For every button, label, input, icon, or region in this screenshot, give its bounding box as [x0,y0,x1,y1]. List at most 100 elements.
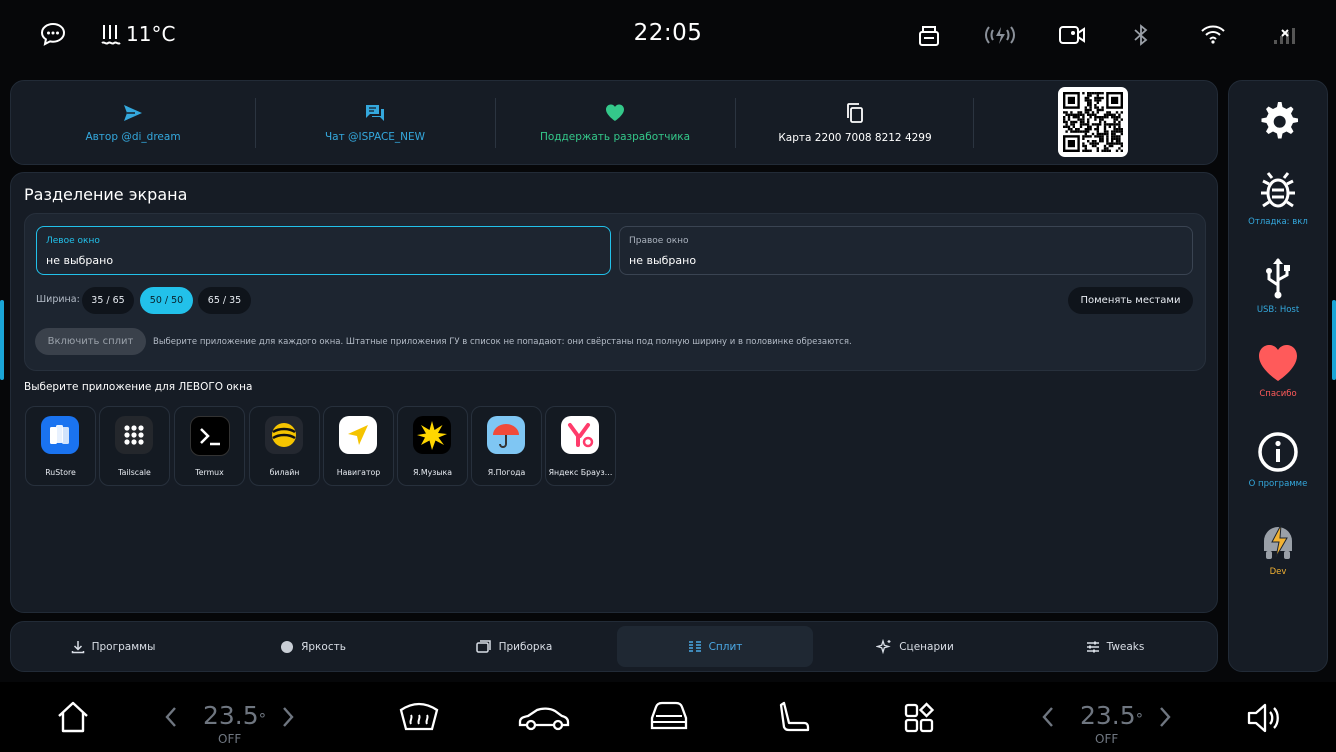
chat-link[interactable]: Чат @ISPACE_NEW [255,81,495,164]
app-navigator[interactable]: Навигатор [323,406,394,486]
tab-scenarios[interactable]: Сценарии [817,622,1013,671]
app-name: Я.Музыка [412,468,453,477]
app-yandex-music[interactable]: Я.Музыка [397,406,468,486]
temp-right-value: 23.5° [1080,701,1143,730]
split-icon [688,640,701,652]
heart-icon [1259,345,1297,381]
umbrella-icon [487,416,525,454]
links-panel: Автор @di_dream Чат @ISPACE_NEW Поддержа… [10,80,1218,165]
tailscale-icon [115,416,153,454]
right-window-select[interactable]: Правое окно не выбрано [619,226,1193,275]
app-yandex-browser[interactable]: Яндекс Брауз… [545,406,616,486]
app-tailscale[interactable]: Tailscale [99,406,170,486]
camera-icon[interactable] [1058,24,1086,46]
app-termux[interactable]: Termux [174,406,245,486]
donate-link[interactable]: Поддержать разработчика [495,81,735,164]
yandex-browser-icon [561,416,599,454]
qr-code [1058,87,1128,157]
temp-left-increase[interactable] [280,706,296,728]
music-star-icon [413,416,451,454]
windshield-defrost-icon[interactable] [398,702,440,732]
navigator-icon [339,416,377,454]
status-bar: 11°C 22:05 [0,0,1336,70]
terminal-icon [190,416,230,456]
download-icon [71,640,84,653]
debug-label: Отладка: вкл [1248,217,1308,227]
send-icon [124,104,142,121]
tab-tweaks[interactable]: Tweaks [1017,622,1213,671]
debug-toggle[interactable]: Отладка: вкл [1229,169,1327,227]
apps-grid-icon[interactable] [903,702,935,734]
sparkle-icon [876,638,891,654]
seat-icon[interactable] [778,700,812,734]
storage-icon[interactable] [918,23,940,47]
temp-right-increase[interactable] [1157,706,1173,728]
author-link[interactable]: Автор @di_dream [11,81,255,164]
enable-split-button[interactable]: Включить сплит [35,328,146,355]
tab-dashboard[interactable]: Приборка [416,622,612,671]
card-number-label: Карта 2200 7008 8212 4299 [778,131,932,144]
messages-icon[interactable] [40,22,66,46]
chat-link-label: Чат @ISPACE_NEW [324,130,426,143]
thanks-button[interactable]: Спасибо [1229,343,1327,399]
temp-right-number: 23.5 [1080,701,1136,730]
right-window-value: не выбрано [629,254,697,267]
swap-button[interactable]: Поменять местами [1068,287,1193,314]
tab-programs[interactable]: Программы [15,622,211,671]
thanks-label: Спасибо [1259,389,1297,399]
rustore-icon [41,416,79,454]
usb-mode-toggle[interactable]: USB: Host [1229,255,1327,315]
car-side-icon[interactable] [517,704,571,732]
app-yandex-weather[interactable]: Я.Погода [471,406,542,486]
right-edge-handle[interactable] [1332,300,1336,380]
home-icon[interactable] [56,700,90,734]
android-bolt-icon [1264,524,1292,559]
info-icon [1258,432,1298,472]
clock: 22:05 [633,20,703,46]
about-button[interactable]: О программе [1229,431,1327,489]
copy-icon [847,102,863,123]
beeline-icon [265,416,303,454]
width-option-35-65[interactable]: 35 / 65 [82,287,134,314]
settings-button[interactable] [1229,99,1327,141]
wireless-charging-icon[interactable] [984,24,1016,46]
tab-split[interactable]: Сплит [617,626,813,667]
temp-left-decrease[interactable] [163,706,179,728]
usb-icon [1266,258,1290,299]
bluetooth-icon[interactable] [1132,23,1150,47]
temp-left-unit: ° [258,710,267,728]
usb-label: USB: Host [1256,305,1300,315]
app-rustore[interactable]: RuStore [25,406,96,486]
outside-temperature: 11°C [126,22,176,46]
left-window-select[interactable]: Левое окно не выбрано [36,226,611,275]
temp-left-state: OFF [218,732,242,746]
left-window-value: не выбрано [46,254,114,267]
dev-button[interactable]: Dev [1229,519,1327,577]
tab-brightness[interactable]: Яркость [215,622,411,671]
tab-label: Приборка [498,640,553,653]
app-section-title: Выберите приложение для ЛЕВОГО окна [24,381,253,393]
card-number-copy[interactable]: Карта 2200 7008 8212 4299 [735,81,975,164]
volume-icon[interactable] [1246,702,1282,734]
tab-label: Программы [91,640,156,653]
brightness-icon [281,640,294,653]
sidebar: Отладка: вкл USB: Host Спасибо О програм… [1228,80,1328,672]
temp-right-decrease[interactable] [1040,706,1056,728]
donate-link-label: Поддержать разработчика [539,130,691,143]
car-front-icon[interactable] [648,700,690,734]
tab-label: Tweaks [1106,640,1145,653]
about-label: О программе [1248,479,1308,489]
width-option-65-35[interactable]: 65 / 35 [198,287,251,314]
wifi-icon[interactable] [1200,24,1226,44]
app-name: Termux [195,468,224,477]
app-beeline[interactable]: билайн [249,406,320,486]
width-label: Ширина: [36,294,80,305]
page-title: Разделение экрана [24,185,188,204]
car-control-bar: 23.5° OFF 23.5° OFF [0,682,1336,752]
tab-label: Сценарии [899,640,954,653]
left-edge-handle[interactable] [0,300,4,380]
split-hint: Выберите приложение для каждого окна. Шт… [153,337,852,347]
bug-icon [1261,172,1295,208]
width-option-50-50[interactable]: 50 / 50 [140,287,193,314]
right-window-label: Правое окно [629,236,689,246]
